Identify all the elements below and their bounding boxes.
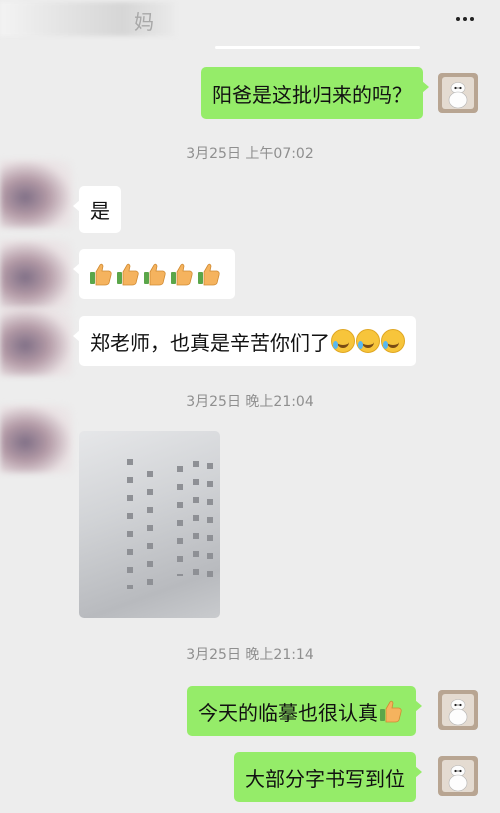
message-bubble-other[interactable]: 郑老师，也真是辛苦你们了 <box>73 316 416 366</box>
message-text: 今天的临摹也很认真 <box>198 700 378 725</box>
white-robot-icon <box>448 82 468 109</box>
contact-avatar-blurred[interactable] <box>0 405 72 473</box>
contact-avatar-blurred[interactable] <box>0 308 72 376</box>
contact-avatar-blurred[interactable] <box>0 240 72 308</box>
message-bubble-self[interactable]: 大部分字书写到位 <box>234 752 422 802</box>
thumbs-up-emoji <box>169 262 195 286</box>
message-text: 大部分字书写到位 <box>245 766 405 791</box>
message-bubble-self[interactable]: 今天的临摹也很认真 <box>187 686 422 736</box>
contact-avatar-blurred[interactable] <box>0 160 72 228</box>
header-divider <box>215 46 420 49</box>
timestamp: 3月25日 上午07:02 <box>186 146 314 162</box>
more-dots-icon[interactable] <box>452 9 478 29</box>
laughing-tears-emoji <box>356 329 380 353</box>
chat-title: 妈 <box>134 10 154 34</box>
thumbs-up-emoji <box>115 262 141 286</box>
laughing-tears-emoji <box>331 329 355 353</box>
white-robot-icon <box>448 765 468 792</box>
thumbs-up-emoji <box>196 262 222 286</box>
message-bubble-other[interactable] <box>73 249 235 299</box>
message-text: 郑老师，也真是辛苦你们了 <box>90 330 330 355</box>
thumbs-up-emoji <box>378 699 404 723</box>
thumbs-up-emoji <box>142 262 168 286</box>
timestamp: 3月25日 晚上21:04 <box>186 394 314 410</box>
message-text: 是 <box>90 199 110 223</box>
photo-message[interactable] <box>79 431 220 618</box>
message-bubble-other[interactable]: 是 <box>73 186 121 233</box>
self-avatar[interactable] <box>438 756 478 796</box>
white-robot-icon <box>448 699 468 726</box>
self-avatar[interactable] <box>438 73 478 113</box>
timestamp: 3月25日 晚上21:14 <box>186 647 314 663</box>
message-bubble-self[interactable]: 阳爸是这批归来的吗？ <box>201 67 429 119</box>
thumbs-up-emoji <box>88 262 114 286</box>
chat-header: 妈 <box>0 0 500 50</box>
laughing-tears-emoji <box>381 329 405 353</box>
self-avatar[interactable] <box>438 690 478 730</box>
message-text: 阳爸是这批归来的吗？ <box>212 82 412 107</box>
